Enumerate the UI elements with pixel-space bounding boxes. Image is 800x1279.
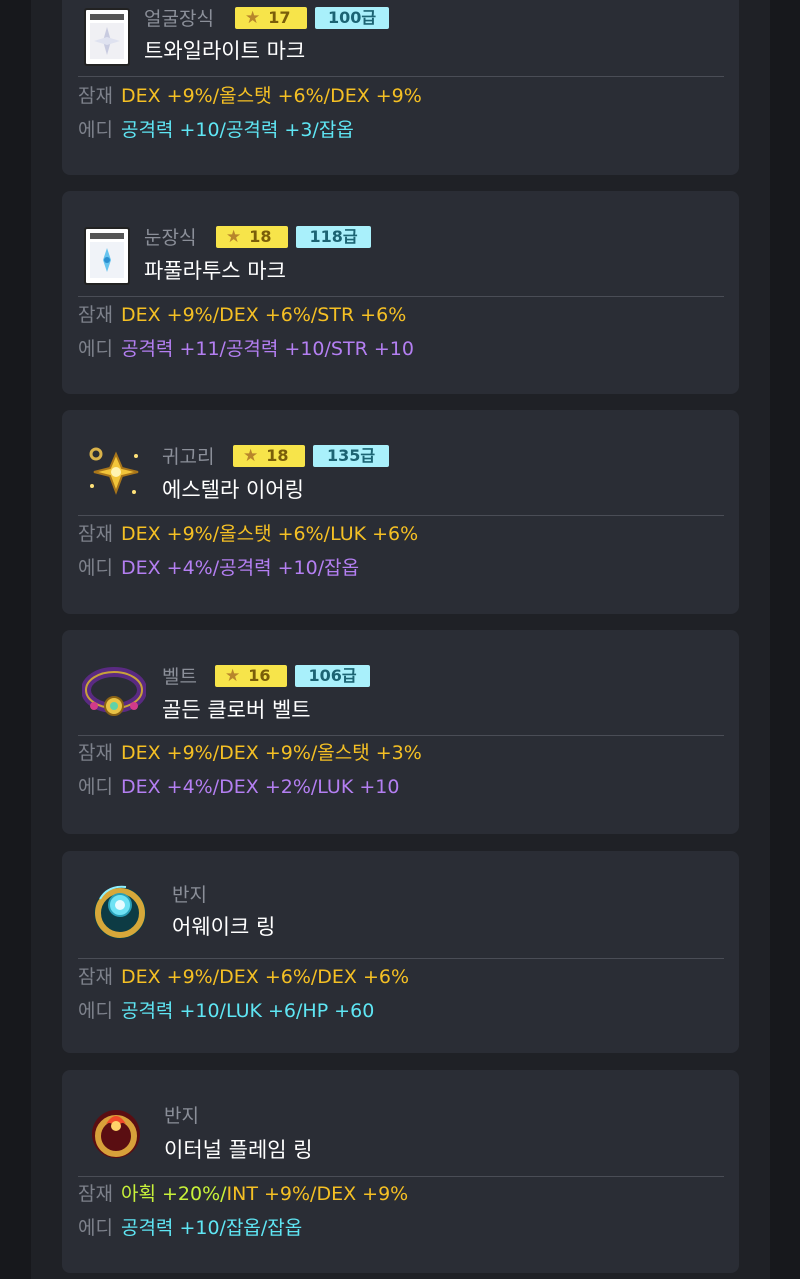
eye-accessory-icon xyxy=(82,224,132,286)
item-name: 트와일라이트 마크 xyxy=(144,39,306,63)
potential-value: DEX +9%/DEX +9%/올스탯 +3% xyxy=(120,742,422,764)
item-slot: 눈장식 xyxy=(144,227,197,249)
potential-value: DEX +9%/DEX +6%/STR +6% xyxy=(120,304,407,326)
divider xyxy=(78,515,724,516)
item-name: 어웨이크 링 xyxy=(172,915,276,939)
item-slot: 반지 xyxy=(164,1105,199,1127)
item-slot: 반지 xyxy=(172,884,207,906)
face-accessory-icon xyxy=(82,5,132,67)
star-count: 18 xyxy=(266,446,289,465)
item-card-face-accessory[interactable]: 얼굴장식 ★ 17 100급 트와일라이트 마크 잠재 DEX +9%/올스탯 +6… xyxy=(62,0,739,175)
potential-label: 잠재 xyxy=(78,1183,113,1205)
additional-line: 에디 DEX +4%/공격력 +10/잡옵 xyxy=(78,556,359,580)
potential-line: 잠재 아획 +20%/INT +9%/DEX +9% xyxy=(78,1182,408,1206)
additional-value: 공격력 +10/잡옵/잡옵 xyxy=(120,1217,303,1239)
star-icon: ★ xyxy=(226,227,242,247)
additional-value: 공격력 +10/LUK +6/HP +60 xyxy=(120,1000,375,1022)
item-card-belt[interactable]: 벨트 ★ 16 106급 골든 클로버 벨트 잠재 DEX +9%/DEX +9%/… xyxy=(62,630,739,834)
potential-line: 잠재 DEX +9%/올스탯 +6%/LUK +6% xyxy=(78,522,418,546)
item-card-earring[interactable]: 귀고리 ★ 18 135급 에스텔라 이어링 잠재 DEX +9%/올스탯 +6%/… xyxy=(62,410,739,614)
potential-value: DEX +9%/올스탯 +6%/DEX +9% xyxy=(120,85,422,107)
potential-label: 잠재 xyxy=(78,742,113,764)
star-icon: ★ xyxy=(225,666,241,686)
divider xyxy=(78,296,724,297)
potential-value: DEX +9%/올스탯 +6%/LUK +6% xyxy=(120,523,419,545)
flame-ring-icon xyxy=(84,1102,148,1166)
star-count: 16 xyxy=(248,666,271,685)
additional-value: DEX +4%/DEX +2%/LUK +10 xyxy=(120,776,400,798)
star-badge: ★ 18 xyxy=(216,226,288,248)
item-slot: 귀고리 xyxy=(162,446,215,468)
potential-line: 잠재 DEX +9%/DEX +6%/DEX +6% xyxy=(78,965,409,989)
item-card-ring[interactable]: 반지 어웨이크 링 잠재 DEX +9%/DEX +6%/DEX +6% 에디 공격… xyxy=(62,851,739,1053)
potential-bonus-value: 아획 +20%/ xyxy=(120,1183,227,1205)
additional-line: 에디 공격력 +11/공격력 +10/STR +10 xyxy=(78,337,414,361)
star-icon: ★ xyxy=(245,8,261,28)
additional-label: 에디 xyxy=(78,557,113,579)
item-slot: 벨트 xyxy=(162,666,197,688)
additional-label: 에디 xyxy=(78,119,113,141)
level-badge: 118급 xyxy=(296,226,371,248)
potential-label: 잠재 xyxy=(78,966,113,988)
star-count: 18 xyxy=(249,227,272,246)
additional-value: 공격력 +10/공격력 +3/잡옵 xyxy=(120,119,354,141)
level-badge: 135급 xyxy=(313,445,389,467)
divider xyxy=(78,735,724,736)
item-name: 파풀라투스 마크 xyxy=(144,259,286,283)
potential-line: 잠재 DEX +9%/DEX +9%/올스탯 +3% xyxy=(78,741,422,765)
star-badge: ★ 17 xyxy=(235,7,307,29)
star-icon: ★ xyxy=(243,446,259,466)
level-badge: 100급 xyxy=(315,7,389,29)
item-name: 에스텔라 이어링 xyxy=(162,478,304,502)
star-count: 17 xyxy=(268,8,291,27)
additional-line: 에디 공격력 +10/잡옵/잡옵 xyxy=(78,1216,302,1240)
ring-icon xyxy=(86,879,154,947)
item-name: 골든 클로버 벨트 xyxy=(162,698,311,722)
divider xyxy=(78,76,724,77)
item-name: 이터널 플레임 링 xyxy=(164,1138,313,1162)
belt-icon xyxy=(82,662,146,724)
additional-value: 공격력 +11/공격력 +10/STR +10 xyxy=(120,338,414,360)
additional-line: 에디 공격력 +10/LUK +6/HP +60 xyxy=(78,999,374,1023)
level-badge: 106급 xyxy=(295,665,370,687)
additional-line: 에디 공격력 +10/공격력 +3/잡옵 xyxy=(78,118,354,142)
additional-line: 에디 DEX +4%/DEX +2%/LUK +10 xyxy=(78,775,399,799)
potential-label: 잠재 xyxy=(78,85,113,107)
divider xyxy=(78,958,724,959)
divider xyxy=(78,1176,724,1177)
potential-label: 잠재 xyxy=(78,304,113,326)
item-card-flame-ring[interactable]: 반지 이터널 플레임 링 잠재 아획 +20%/INT +9%/DEX +9% 에… xyxy=(62,1070,739,1273)
additional-label: 에디 xyxy=(78,338,113,360)
potential-value: DEX +9%/DEX +6%/DEX +6% xyxy=(120,966,410,988)
star-badge: ★ 16 xyxy=(215,665,287,687)
additional-label: 에디 xyxy=(78,776,113,798)
item-card-eye-accessory[interactable]: 눈장식 ★ 18 118급 파풀라투스 마크 잠재 DEX +9%/DEX +6%/… xyxy=(62,191,739,394)
additional-label: 에디 xyxy=(78,1217,113,1239)
additional-value: DEX +4%/공격력 +10/잡옵 xyxy=(120,557,360,579)
potential-value: INT +9%/DEX +9% xyxy=(226,1183,409,1205)
potential-line: 잠재 DEX +9%/DEX +6%/STR +6% xyxy=(78,303,406,327)
item-slot: 얼굴장식 xyxy=(144,8,214,30)
potential-line: 잠재 DEX +9%/올스탯 +6%/DEX +9% xyxy=(78,84,422,108)
star-badge: ★ 18 xyxy=(233,445,305,467)
earring-icon xyxy=(82,442,144,504)
potential-label: 잠재 xyxy=(78,523,113,545)
additional-label: 에디 xyxy=(78,1000,113,1022)
